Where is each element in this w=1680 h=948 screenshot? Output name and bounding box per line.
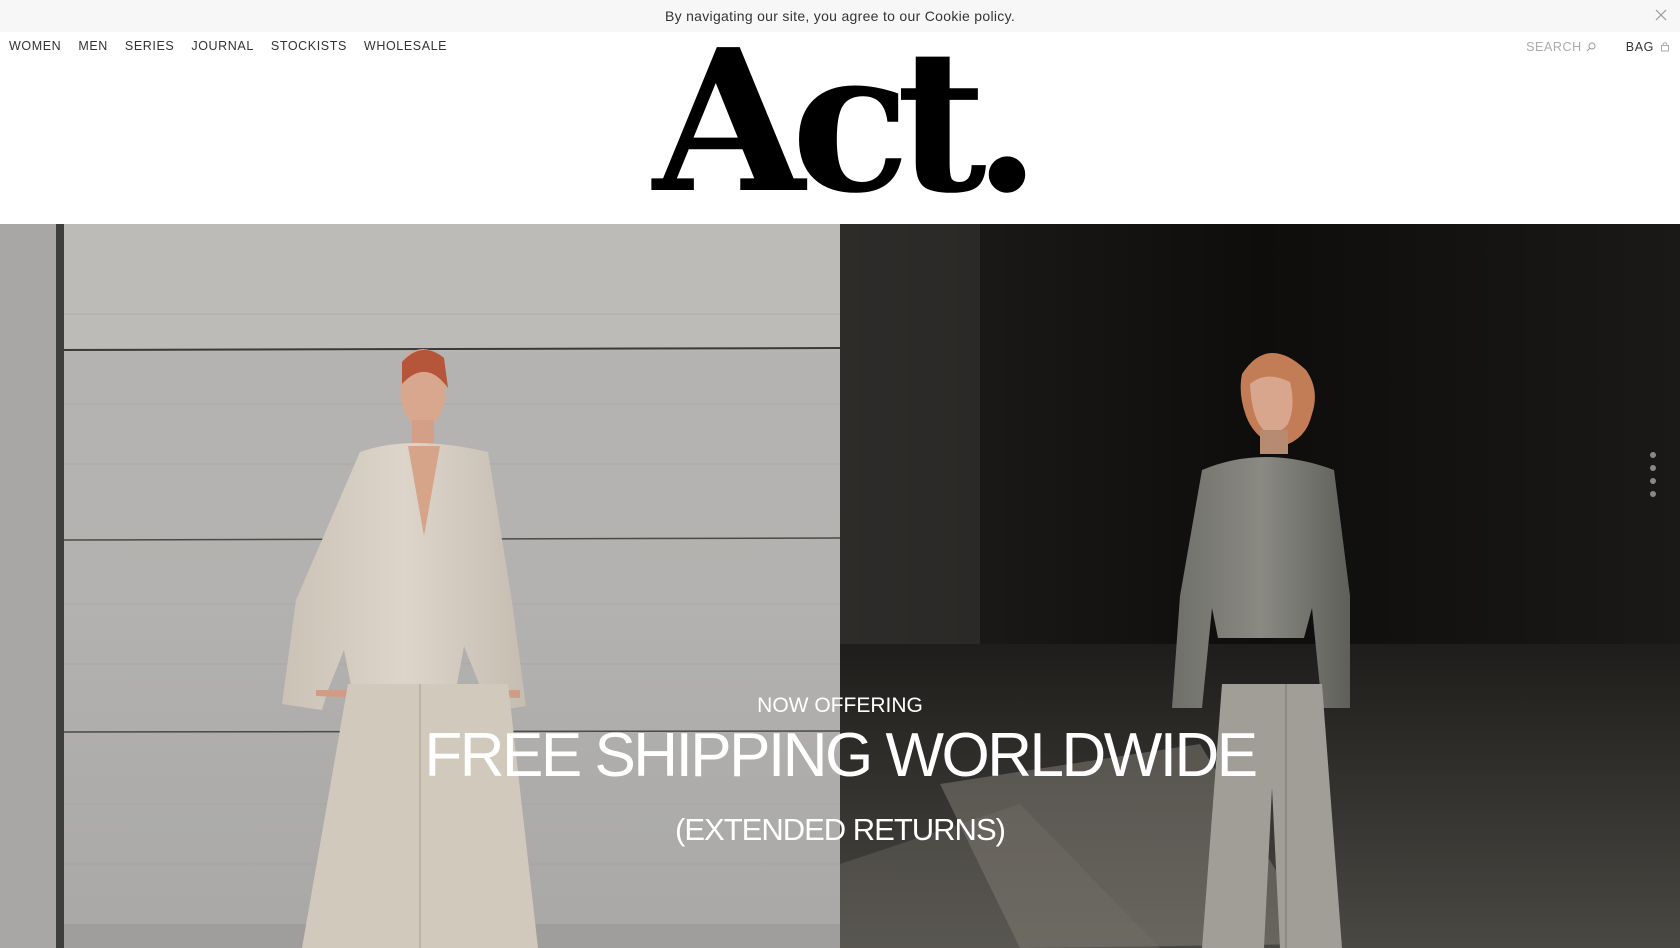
- slider-dot[interactable]: [1650, 452, 1656, 458]
- hero-slider[interactable]: NOW OFFERING FREE SHIPPING WORLDWIDE (EX…: [0, 224, 1680, 948]
- search-label: SEARCH: [1526, 40, 1582, 54]
- slider-dot[interactable]: [1650, 478, 1656, 484]
- search-icon: [1586, 42, 1596, 52]
- hero-headline: FREE SHIPPING WORLDWIDE: [424, 721, 1258, 790]
- hero-eyebrow: NOW OFFERING: [757, 694, 923, 717]
- bag-button[interactable]: BAG: [1626, 40, 1670, 54]
- site-header: WOMEN MEN SERIES JOURNAL STOCKISTS WHOLE…: [0, 24, 1680, 224]
- slider-dot[interactable]: [1650, 491, 1656, 497]
- brand-logo[interactable]: Act.: [0, 24, 1680, 220]
- bag-label: BAG: [1625, 40, 1654, 54]
- slider-dot[interactable]: [1650, 465, 1656, 471]
- search-button[interactable]: SEARCH: [1526, 40, 1596, 54]
- slider-pagination: [1650, 452, 1656, 497]
- hero-subline: (EXTENDED RETURNS): [675, 812, 1006, 847]
- close-icon[interactable]: [1654, 8, 1668, 22]
- header-actions: SEARCH BAG: [1526, 40, 1670, 54]
- bag-icon: [1661, 42, 1669, 52]
